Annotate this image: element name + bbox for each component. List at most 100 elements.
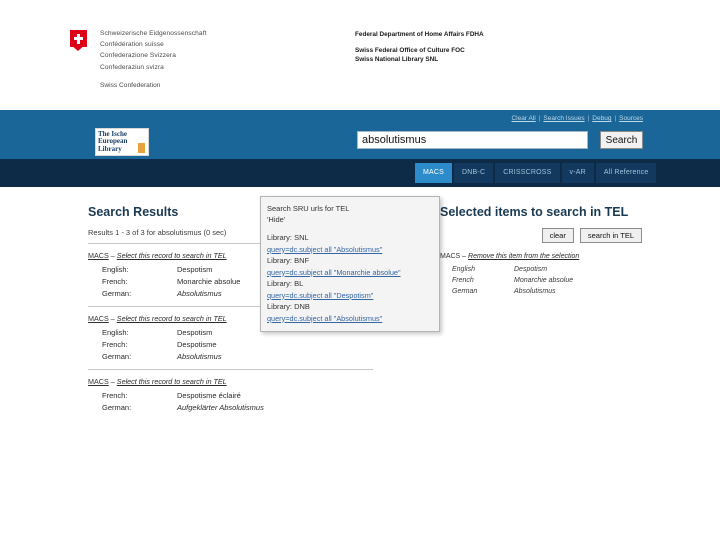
sru-urls-popup: Search SRU urls for TEL 'Hide' Library: …	[260, 196, 440, 332]
popup-entries: Library: SNL query=dc.subject all "Absol…	[267, 232, 439, 324]
popup-query-link[interactable]: query=dc.subject all "Despotism"	[267, 290, 439, 302]
record-source: MACS	[88, 251, 109, 260]
confederation-name-rm: Confederaziun svizra	[100, 63, 164, 71]
confederation-name-en: Swiss Confederation	[100, 82, 161, 89]
search-issues-link[interactable]: Search Issues	[543, 115, 584, 122]
popup-library-name: Library: SNL	[267, 233, 309, 242]
sources-link[interactable]: Sources	[619, 115, 643, 122]
tab-all-reference[interactable]: All Reference	[595, 163, 657, 183]
term-language: German:	[102, 352, 132, 361]
european-library-logo[interactable]: The Ische European Library	[95, 128, 149, 156]
selected-term-language: French	[452, 277, 474, 284]
term-row: German: Absolutismus	[88, 351, 428, 363]
confederation-names: Schweizerische Eidgenossenschaft Confédé…	[100, 28, 207, 73]
record-source: MACS	[88, 314, 109, 323]
term-value: Monarchie absolue	[177, 277, 241, 286]
tab-strip: MACS DNB-C CRISSCROSS v-AR All Reference	[0, 159, 720, 187]
popup-library-name: Library: BNF	[267, 256, 310, 265]
term-value: Absolutismus	[177, 289, 222, 298]
selected-entry-source: MACS	[440, 253, 461, 260]
tab-crisscross[interactable]: CRISSCROSS	[495, 163, 560, 183]
selected-items-title: Selected items to search in TEL	[440, 205, 629, 219]
term-value: Despotisme	[177, 340, 217, 349]
record-dash: –	[108, 314, 117, 323]
term-row: German: Aufgeklärter Absolutismus	[88, 402, 428, 414]
select-record-link[interactable]: Select this record to search in TEL	[117, 314, 227, 323]
selected-term-value: Absolutismus	[514, 288, 556, 295]
logo-accent-bar	[138, 143, 145, 153]
logo-text: The Ische European Library	[98, 130, 127, 153]
confederation-name-it: Confederazione Svizzera	[100, 52, 176, 60]
application-band: Clear All | Search Issues | Debug | Sources Th…	[0, 110, 720, 159]
department-spacer	[355, 39, 484, 46]
selected-entry-dash: –	[460, 253, 469, 260]
selected-term-row: German Absolutismus	[440, 286, 690, 297]
select-record-link[interactable]: Select this record to search in TEL	[117, 251, 227, 260]
department-names: Federal Department of Home Affairs FDHA …	[355, 30, 484, 64]
link-separator-2: |	[587, 115, 590, 122]
tab-list: MACS DNB-C CRISSCROSS v-AR All Reference	[415, 163, 657, 183]
popup-library-name: Library: DNB	[267, 302, 310, 311]
selected-actions: clear search in TEL	[440, 228, 690, 243]
remove-selection-link[interactable]: Remove this item from the selection	[468, 253, 579, 260]
search-button[interactable]: Search	[600, 131, 643, 149]
term-language: English:	[102, 265, 129, 274]
record-header: MACS – Select this record to search in T…	[88, 377, 428, 386]
tab-macs[interactable]: MACS	[415, 163, 453, 183]
selected-term-row: French Monarchie absolue	[440, 275, 690, 286]
record-dash: –	[108, 377, 117, 386]
popup-library-name: Library: BL	[267, 279, 304, 288]
term-row: French: Despotisme éclairé	[88, 390, 428, 402]
footer-area	[0, 467, 720, 540]
selected-entry-header: MACS – Remove this item from the selecti…	[440, 253, 690, 260]
selected-term-language: German	[452, 288, 478, 295]
popup-hide-link[interactable]: 'Hide'	[267, 214, 439, 225]
term-language: French:	[102, 277, 128, 286]
logo-line-3: Library	[98, 144, 122, 153]
term-language: German:	[102, 403, 132, 412]
confederation-name-de: Schweizerische Eidgenossenschaft	[100, 30, 207, 37]
department-line-foc: Swiss Federal Office of Culture FOC	[355, 47, 465, 54]
term-value: Despotism	[177, 328, 213, 337]
record-dash: –	[108, 251, 117, 260]
term-value: Aufgeklärter Absolutismus	[177, 403, 264, 412]
term-value: Despotisme éclairé	[177, 391, 241, 400]
term-value: Despotism	[177, 265, 213, 274]
term-language: German:	[102, 289, 132, 298]
department-line-snl: Swiss National Library SNL	[355, 56, 439, 63]
clear-all-link[interactable]: Clear All	[511, 115, 535, 122]
popup-title-line-1: Search SRU urls for TEL	[267, 204, 350, 213]
government-header: Schweizerische Eidgenossenschaft Confédé…	[0, 0, 720, 110]
term-value: Absolutismus	[177, 352, 222, 361]
confederation-name-fr: Confédération suisse	[100, 41, 164, 49]
select-record-link[interactable]: Select this record to search in TEL	[117, 377, 227, 386]
results-divider-2	[88, 369, 373, 370]
link-separator-1: |	[538, 115, 541, 122]
selected-term-row: English Despotism	[440, 264, 690, 275]
term-language: French:	[102, 391, 128, 400]
tab-dnb-c[interactable]: DNB-C	[454, 163, 494, 183]
debug-link[interactable]: Debug	[592, 115, 611, 122]
utility-links: Clear All | Search Issues | Debug | Sources	[509, 115, 645, 122]
cross-horizontal	[74, 36, 83, 40]
popup-query-link[interactable]: query=dc.subject all "Monarchie absolue"	[267, 267, 439, 279]
flag-point	[70, 44, 86, 51]
selected-term-value: Despotism	[514, 266, 548, 273]
term-language: English:	[102, 328, 129, 337]
swiss-cross-flag-icon	[70, 30, 87, 52]
popup-title: Search SRU urls for TEL 'Hide'	[267, 203, 439, 225]
term-language: French:	[102, 340, 128, 349]
result-record: MACS – Select this record to search in T…	[88, 377, 428, 414]
selected-items-panel: Selected items to search in TEL clear se…	[440, 205, 690, 297]
popup-query-link[interactable]: query=dc.subject all "Absolutismus"	[267, 244, 439, 256]
selected-term-value: Monarchie absolue	[514, 277, 574, 284]
link-separator-3: |	[614, 115, 617, 122]
tab-v-ar[interactable]: v-AR	[561, 163, 594, 183]
record-source: MACS	[88, 377, 109, 386]
popup-query-link[interactable]: query=dc.subject all "Absolutismus"	[267, 313, 439, 325]
search-input[interactable]	[357, 131, 588, 149]
clear-selection-button[interactable]: clear	[541, 228, 574, 243]
term-row: French: Despotisme	[88, 339, 428, 351]
selected-term-language: English	[452, 266, 475, 273]
search-in-tel-button[interactable]: search in TEL	[579, 228, 642, 243]
